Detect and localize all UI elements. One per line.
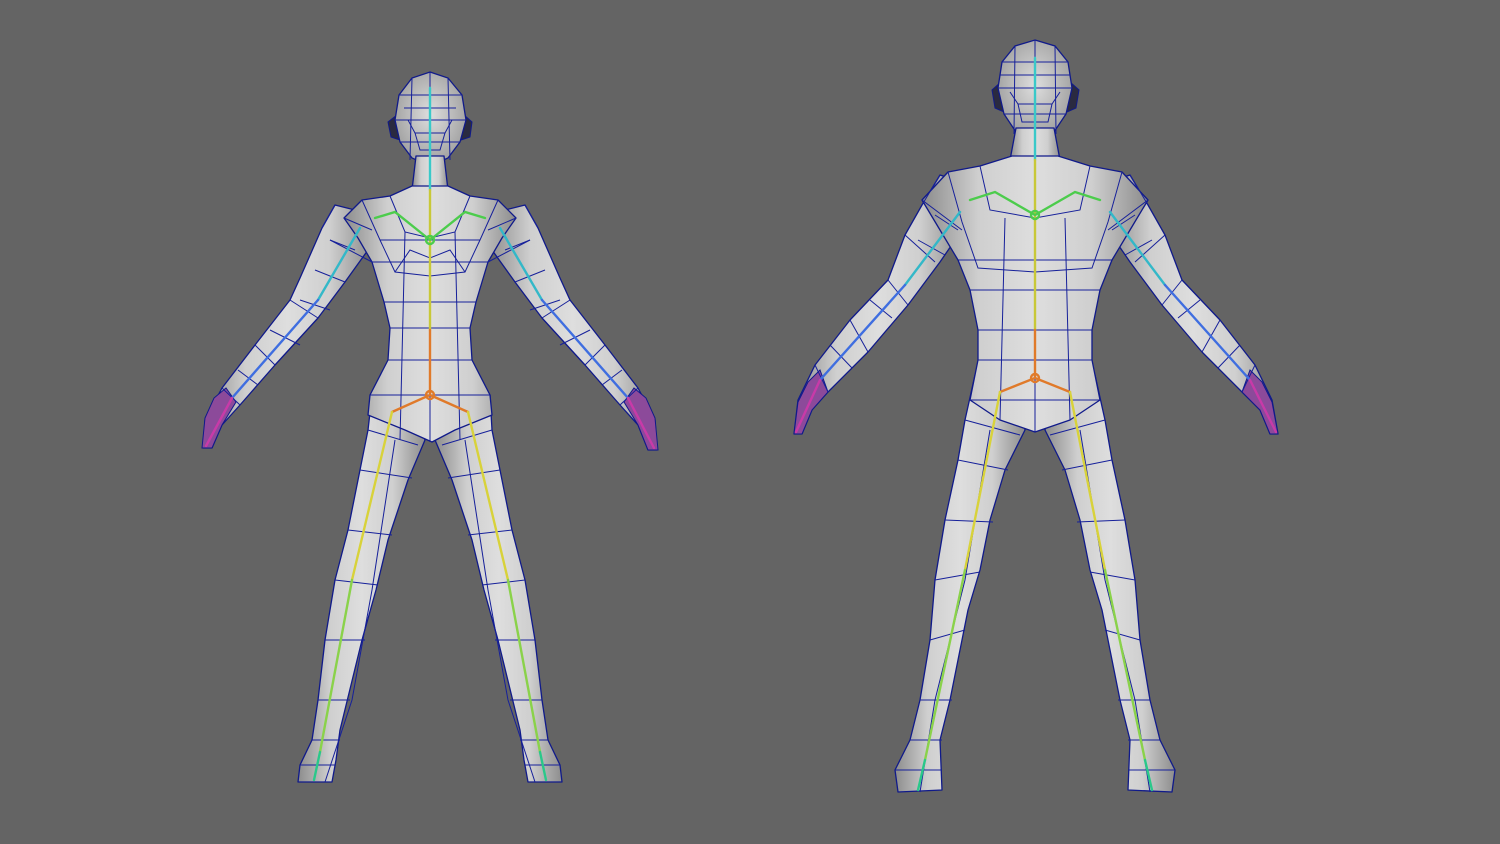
leg-left-left [297, 394, 426, 783]
character-female[interactable] [201, 71, 659, 783]
arm-lower-joint-left-r[interactable] [540, 298, 630, 400]
character-female-mesh[interactable] [201, 71, 659, 783]
3d-viewport[interactable] [0, 0, 1500, 844]
character-male-mesh[interactable] [793, 39, 1279, 793]
viewport-canvas[interactable] [0, 0, 1500, 844]
arm-lower-joint-left-l[interactable] [230, 298, 320, 400]
leg-right-left [434, 394, 563, 783]
arm-lower-joint-right-r[interactable] [1163, 283, 1252, 382]
character-male[interactable] [793, 39, 1279, 793]
arm-lower-joint-right-l[interactable] [818, 283, 907, 382]
leg-left-right [894, 374, 1026, 793]
leg-right-right [1044, 374, 1176, 793]
hand-right-left [623, 387, 659, 451]
